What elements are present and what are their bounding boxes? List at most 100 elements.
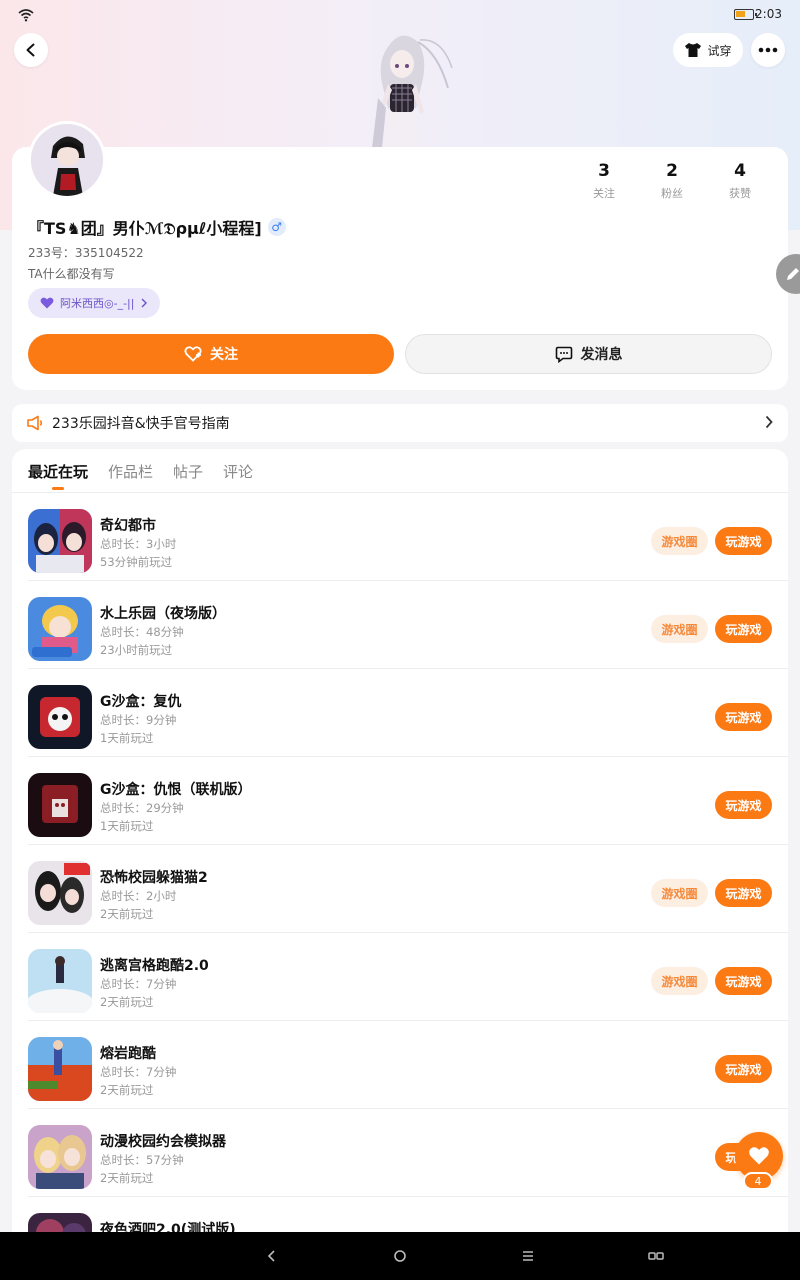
try-on-button[interactable]: 试穿 [673, 33, 743, 67]
more-dots-icon [758, 47, 778, 53]
game-last-played: 1天前玩过 [100, 731, 154, 745]
game-last-played: 2天前玩过 [100, 1171, 154, 1185]
stat-following[interactable]: 3 关注 [570, 161, 638, 201]
nav-back-icon[interactable] [262, 1246, 282, 1266]
game-thumbnail [28, 773, 92, 837]
profile-stats: 3 关注 2 粉丝 4 获赞 [570, 161, 774, 201]
game-duration: 总时长：3小时 [100, 537, 177, 551]
game-circle-button[interactable]: 游戏圈 [651, 527, 708, 555]
follow-label: 关注 [210, 347, 238, 363]
game-title: 恐怖校园躲猫猫2 [100, 870, 208, 886]
notice-text: 233乐园抖音&快手官号指南 [52, 416, 230, 432]
user-id: 233号：335104522 [28, 246, 144, 260]
avatar[interactable] [28, 121, 106, 199]
game-title: G沙盒：仇恨（联机版） [100, 782, 252, 798]
tab-comments[interactable]: 评论 [223, 461, 253, 482]
game-last-played: 23小时前玩过 [100, 643, 173, 657]
nickname: 『TS♞团』男仆ℳ𝔇ρμℓ小程程] [28, 219, 262, 238]
stat-label: 获赞 [729, 187, 751, 200]
stat-label: 粉丝 [661, 187, 683, 200]
game-last-played: 2天前玩过 [100, 907, 154, 921]
game-circle-button[interactable]: 游戏圈 [651, 615, 708, 643]
avatar-image [31, 124, 103, 196]
message-label: 发消息 [580, 347, 623, 363]
tab-works[interactable]: 作品栏 [108, 461, 153, 482]
follow-heart-icon [184, 346, 202, 362]
play-game-button[interactable]: 玩游戏 [715, 1055, 772, 1083]
tab-posts[interactable]: 帖子 [173, 461, 203, 482]
game-duration: 总时长：57分钟 [100, 1153, 184, 1167]
tab-recently-played[interactable]: 最近在玩 [28, 461, 88, 490]
game-last-played: 53分钟前玩过 [100, 555, 173, 569]
game-row[interactable]: 熔岩跑酷 总时长：7分钟 2天前玩过 玩游戏 [12, 1021, 788, 1109]
stat-fans[interactable]: 2 粉丝 [638, 161, 706, 201]
like-count-badge: 4 [743, 1172, 773, 1190]
game-row[interactable]: 水上乐园（夜场版） 总时长：48分钟 23小时前玩过 游戏圈 玩游戏 [12, 581, 788, 669]
game-thumbnail [28, 949, 92, 1013]
game-thumbnail [28, 1125, 92, 1189]
friend-tag-label: 阿米西西◎-_-|| [60, 297, 135, 310]
game-duration: 总时长：7分钟 [100, 1065, 177, 1079]
game-title: 奇幻都市 [100, 518, 156, 534]
game-title: 动漫校园约会模拟器 [100, 1134, 226, 1150]
game-duration: 总时长：29分钟 [100, 801, 184, 815]
profile-card: 3 关注 2 粉丝 4 获赞 『TS♞团』男仆ℳ𝔇ρμℓ小程程] ♂ 233号：… [12, 121, 788, 390]
game-circle-button[interactable]: 游戏圈 [651, 879, 708, 907]
game-duration: 总时长：2小时 [100, 889, 177, 903]
play-game-button[interactable]: 玩游戏 [715, 615, 772, 643]
status-time: 2:03 [755, 7, 782, 21]
game-row[interactable]: 恐怖校园躲猫猫2 总时长：2小时 2天前玩过 游戏圈 玩游戏 [12, 845, 788, 933]
game-row[interactable]: 奇幻都市 总时长：3小时 53分钟前玩过 游戏圈 玩游戏 [12, 493, 788, 581]
back-button[interactable] [14, 33, 48, 67]
play-game-button[interactable]: 玩游戏 [715, 527, 772, 555]
game-circle-button[interactable]: 游戏圈 [651, 967, 708, 995]
play-game-button[interactable]: 玩游戏 [715, 967, 772, 995]
bio: TA什么都没有写 [28, 267, 115, 281]
heart-icon [749, 1147, 769, 1165]
stat-likes[interactable]: 4 获赞 [706, 161, 774, 201]
stat-number: 3 [598, 161, 610, 181]
game-duration: 总时长：9分钟 [100, 713, 177, 727]
game-row[interactable]: G沙盒：复仇 总时长：9分钟 1天前玩过 玩游戏 [12, 669, 788, 757]
status-bar: 2:03 [0, 0, 800, 30]
more-button[interactable] [751, 33, 785, 67]
stat-number: 2 [666, 161, 678, 181]
game-row[interactable]: G沙盒：仇恨（联机版） 总时长：29分钟 1天前玩过 玩游戏 [12, 757, 788, 845]
nav-recents-icon[interactable] [646, 1246, 666, 1266]
game-row[interactable]: 动漫校园约会模拟器 总时长：57分钟 2天前玩过 玩游戏 [12, 1109, 788, 1197]
game-thumbnail [28, 685, 92, 749]
chevron-right-icon [141, 298, 148, 308]
stat-label: 关注 [593, 187, 615, 200]
message-button[interactable]: 发消息 [405, 334, 772, 374]
game-duration: 总时长：7分钟 [100, 977, 177, 991]
notice-banner[interactable]: 233乐园抖音&快手官号指南 [12, 404, 788, 442]
chat-bubble-icon [555, 346, 572, 363]
nav-menu-icon[interactable] [518, 1246, 538, 1266]
follow-button[interactable]: 关注 [28, 334, 394, 374]
play-game-button[interactable]: 玩游戏 [715, 703, 772, 731]
stat-number: 4 [734, 161, 746, 181]
play-game-button[interactable]: 玩游戏 [715, 791, 772, 819]
game-thumbnail [28, 509, 92, 573]
friend-tag[interactable]: 阿米西西◎-_-|| [28, 288, 161, 318]
avatar-character-image [372, 35, 453, 148]
chevron-left-icon [26, 43, 35, 57]
tshirt-icon [685, 43, 702, 57]
game-last-played: 2天前玩过 [100, 1083, 154, 1097]
content-tabs: 最近在玩 作品栏 帖子 评论 [28, 461, 253, 490]
nickname-row: 『TS♞团』男仆ℳ𝔇ρμℓ小程程] ♂ [28, 215, 286, 239]
content-card: 最近在玩 作品栏 帖子 评论 奇幻都市 总时长：3小时 53分钟前玩过 游戏圈 … [12, 449, 788, 1277]
game-title: 逃离宫格跑酷2.0 [100, 958, 209, 974]
game-title: 熔岩跑酷 [100, 1046, 156, 1062]
nav-home-icon[interactable] [390, 1246, 410, 1266]
game-thumbnail [28, 1037, 92, 1101]
male-gender-icon: ♂ [267, 218, 286, 236]
game-row[interactable]: 逃离宫格跑酷2.0 总时长：7分钟 2天前玩过 游戏圈 玩游戏 [12, 933, 788, 1021]
play-game-button[interactable]: 玩游戏 [715, 879, 772, 907]
chevron-right-icon [765, 415, 773, 429]
game-last-played: 2天前玩过 [100, 995, 154, 1009]
game-thumbnail [28, 861, 92, 925]
heart-icon [40, 297, 54, 309]
game-thumbnail [28, 597, 92, 661]
battery-icon [734, 9, 757, 20]
